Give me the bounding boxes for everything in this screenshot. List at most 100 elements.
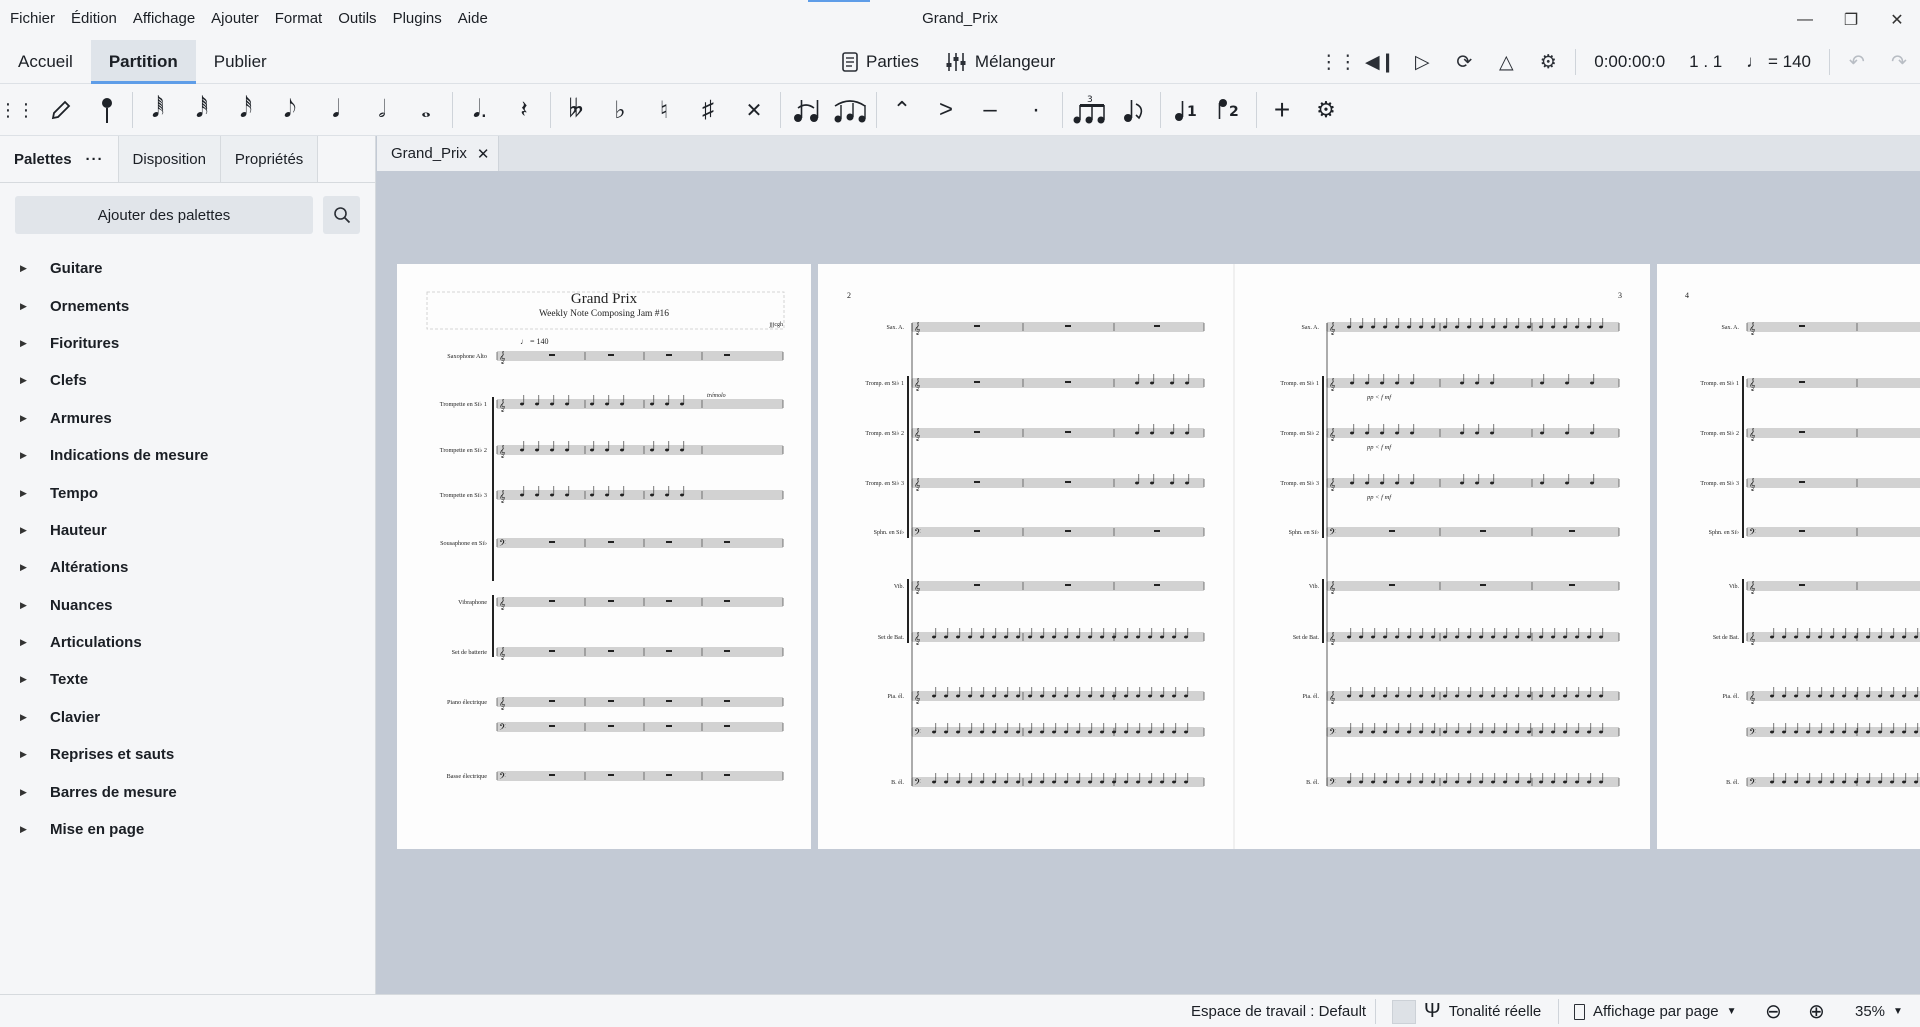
more-options-icon[interactable]: ···	[86, 151, 104, 168]
palette-item[interactable]: ▶ Texte	[0, 661, 375, 698]
marcato-icon[interactable]: ⌃	[882, 84, 922, 136]
expand-arrow-icon[interactable]: ▶	[20, 712, 50, 723]
expand-arrow-icon[interactable]: ▶	[20, 488, 50, 499]
half-note-icon[interactable]: 𝅗𝅥	[362, 84, 402, 136]
add-palettes-button[interactable]: Ajouter des palettes	[15, 196, 313, 234]
expand-arrow-icon[interactable]: ▶	[20, 413, 50, 424]
double-sharp-icon[interactable]: ✕	[734, 84, 774, 136]
tab-layout[interactable]: Disposition	[118, 136, 221, 182]
search-palettes-button[interactable]	[323, 196, 360, 234]
document-tab[interactable]: Grand_Prix ✕	[377, 136, 499, 171]
palette-item[interactable]: ▶ Clefs	[0, 362, 375, 399]
close-tab-icon[interactable]: ✕	[477, 145, 490, 163]
expand-arrow-icon[interactable]: ▶	[20, 263, 50, 274]
expand-arrow-icon[interactable]: ▶	[20, 787, 50, 798]
zoom-out-icon[interactable]: ⊖	[1765, 995, 1782, 1027]
palette-item[interactable]: ▶ Mise en page	[0, 811, 375, 848]
expand-arrow-icon[interactable]: ▶	[20, 749, 50, 760]
voice-1-icon[interactable]: 1	[1166, 84, 1206, 136]
drag-handle-icon[interactable]: ⋮⋮	[0, 84, 35, 136]
score-canvas[interactable]: Grand Prix Weekly Note Composing Jam #16 j…	[377, 171, 1920, 994]
menu-item-2[interactable]: Affichage	[125, 8, 203, 29]
expand-arrow-icon[interactable]: ▶	[20, 674, 50, 685]
palette-item[interactable]: ▶ Nuances	[0, 587, 375, 624]
flat-icon[interactable]: ♭	[600, 84, 640, 136]
palette-item[interactable]: ▶ Guitare	[0, 250, 375, 287]
note-input-pen-icon[interactable]	[42, 84, 80, 136]
add-icon[interactable]: +	[1262, 84, 1302, 136]
palette-item[interactable]: ▶ Tempo	[0, 474, 375, 511]
expand-arrow-icon[interactable]: ▶	[20, 338, 50, 349]
expand-arrow-icon[interactable]: ▶	[20, 301, 50, 312]
concert-pitch-checkbox[interactable]	[1392, 999, 1416, 1024]
rest-icon[interactable]: 𝄽	[504, 84, 544, 136]
menu-item-6[interactable]: Plugins	[385, 8, 450, 29]
expand-arrow-icon[interactable]: ▶	[20, 637, 50, 648]
sixteenth-note-icon[interactable]: 𝅘𝅥𝅰	[226, 84, 266, 136]
drag-handle-icon[interactable]: ⋮⋮	[1317, 40, 1359, 84]
palette-item[interactable]: ▶ Armures	[0, 400, 375, 437]
menu-item-7[interactable]: Aide	[450, 8, 496, 29]
menu-item-0[interactable]: Fichier	[2, 8, 63, 29]
voice-2-icon[interactable]: 2	[1210, 84, 1250, 136]
expand-arrow-icon[interactable]: ▶	[20, 562, 50, 573]
palette-item[interactable]: ▶ Barres de mesure	[0, 773, 375, 810]
zoom-in-icon[interactable]: ⊕	[1808, 995, 1825, 1027]
expand-arrow-icon[interactable]: ▶	[20, 525, 50, 536]
workspace-indicator[interactable]: Espace de travail : Default	[1191, 995, 1366, 1027]
play-icon[interactable]: ▷	[1401, 40, 1443, 84]
tie-icon[interactable]	[786, 84, 826, 136]
menu-item-3[interactable]: Ajouter	[203, 8, 267, 29]
sixty-fourth-note-icon[interactable]: 𝅘𝅥𝅲	[138, 84, 178, 136]
palette-item[interactable]: ▶ Ornements	[0, 287, 375, 324]
metronome-icon[interactable]: △	[1485, 40, 1527, 84]
expand-arrow-icon[interactable]: ▶	[20, 450, 50, 461]
staccato-icon[interactable]: ·	[1016, 84, 1056, 136]
close-icon[interactable]: ✕	[1874, 0, 1920, 40]
augmentation-dot-icon[interactable]: 𝅘𝅥.	[458, 84, 502, 136]
tuplet-icon[interactable]: 3	[1068, 84, 1112, 136]
mixer-button[interactable]: Mélangeur	[945, 52, 1055, 72]
minimize-icon[interactable]: —	[1782, 0, 1828, 40]
eighth-note-icon[interactable]: 𝅘𝅥𝅮	[270, 84, 310, 136]
palette-item[interactable]: ▶ Fioritures	[0, 325, 375, 362]
accent-icon[interactable]: >	[926, 84, 966, 136]
menu-item-5[interactable]: Outils	[330, 8, 384, 29]
double-flat-icon[interactable]: 𝄫	[556, 84, 596, 136]
toolbar-settings-icon[interactable]: ⚙	[1306, 84, 1346, 136]
expand-arrow-icon[interactable]: ▶	[20, 375, 50, 386]
input-mode-icon[interactable]	[88, 84, 126, 136]
palette-item[interactable]: ▶ Altérations	[0, 549, 375, 586]
tab-score[interactable]: Partition	[90, 40, 196, 84]
palette-item[interactable]: ▶ Hauteur	[0, 512, 375, 549]
redo-icon[interactable]: ↷	[1878, 40, 1920, 84]
whole-note-icon[interactable]: 𝅝	[406, 84, 446, 136]
expand-arrow-icon[interactable]: ▶	[20, 600, 50, 611]
loop-icon[interactable]: ⟳	[1443, 40, 1485, 84]
flip-direction-icon[interactable]	[1114, 84, 1154, 136]
palette-item[interactable]: ▶ Indications de mesure	[0, 437, 375, 474]
palette-item[interactable]: ▶ Reprises et sauts	[0, 736, 375, 773]
slur-icon[interactable]	[830, 84, 870, 136]
menu-item-4[interactable]: Format	[267, 8, 331, 29]
zoom-select[interactable]: 35% ▼	[1855, 995, 1903, 1027]
view-mode-select[interactable]: Affichage par page ▼	[1574, 995, 1737, 1027]
rewind-icon[interactable]: ◀❙	[1359, 40, 1401, 84]
parts-button[interactable]: Parties	[842, 52, 919, 72]
thirty-second-note-icon[interactable]: 𝅘𝅥𝅱	[182, 84, 222, 136]
quarter-note-icon[interactable]: 𝅘𝅥	[316, 84, 356, 136]
expand-arrow-icon[interactable]: ▶	[20, 824, 50, 835]
palette-item[interactable]: ▶ Articulations	[0, 624, 375, 661]
palette-item[interactable]: ▶ Clavier	[0, 699, 375, 736]
tab-properties[interactable]: Propriétés	[220, 136, 319, 182]
tab-publish[interactable]: Publier	[196, 40, 285, 84]
natural-icon[interactable]: ♮	[644, 84, 684, 136]
menu-item-1[interactable]: Édition	[63, 8, 125, 29]
restore-icon[interactable]: ❐	[1828, 0, 1874, 40]
concert-pitch-toggle[interactable]: Ψ Tonalité réelle	[1392, 995, 1541, 1027]
tenuto-icon[interactable]: –	[970, 84, 1010, 136]
sharp-icon[interactable]: ♯	[688, 84, 728, 136]
undo-icon[interactable]: ↶	[1836, 40, 1878, 84]
tab-home[interactable]: Accueil	[0, 40, 91, 84]
tab-palettes[interactable]: Palettes ···	[0, 136, 119, 182]
